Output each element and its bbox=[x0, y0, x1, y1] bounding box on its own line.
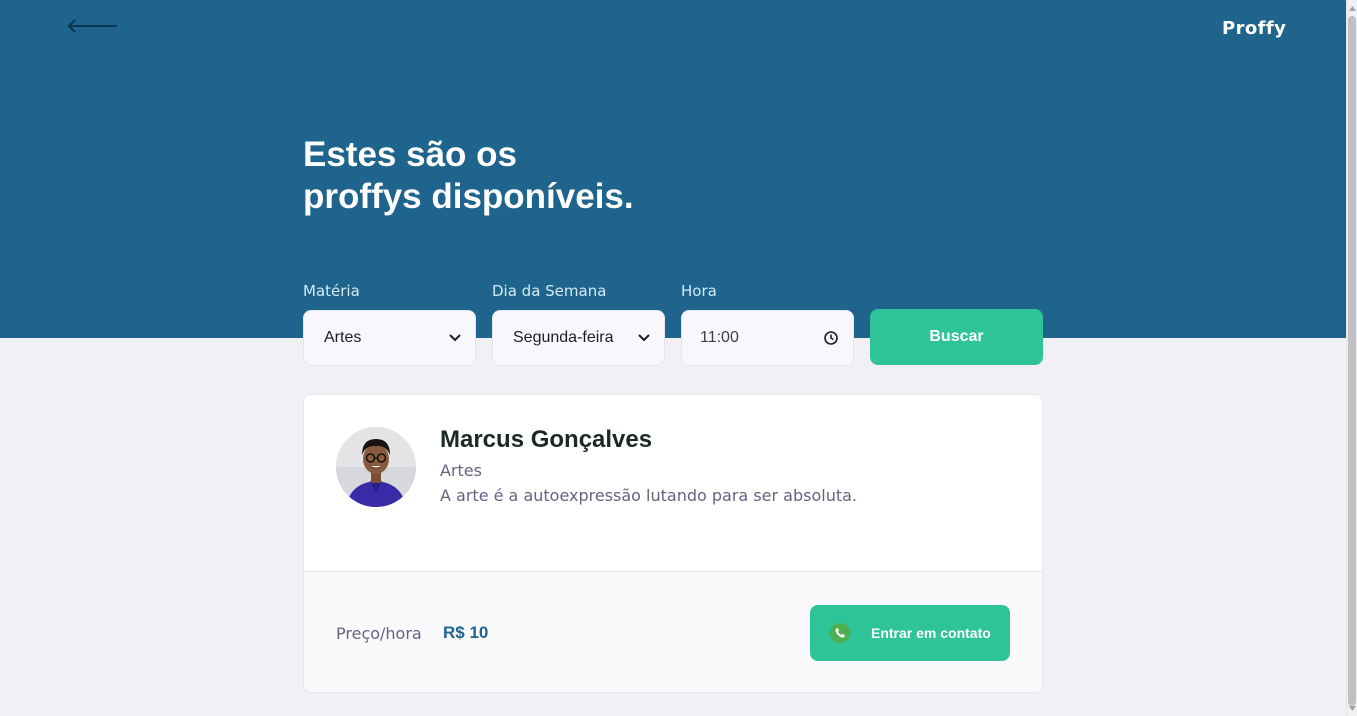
scroll-up-icon[interactable] bbox=[1347, 1, 1357, 15]
scroll-down-icon[interactable] bbox=[1347, 701, 1357, 715]
time-input-value: 11:00 bbox=[700, 329, 739, 346]
subject-select[interactable]: Artes bbox=[303, 310, 476, 366]
whatsapp-icon bbox=[830, 623, 850, 643]
page-header: Proffy Estes são os proffys disponíveis. bbox=[0, 0, 1346, 338]
price-value: R$ 10 bbox=[443, 623, 489, 642]
contact-button[interactable]: Entrar em contato bbox=[810, 605, 1010, 661]
back-button[interactable] bbox=[66, 14, 120, 38]
arrow-left-icon bbox=[67, 19, 117, 33]
teacher-card: Marcus Gonçalves Artes A arte é a autoex… bbox=[303, 394, 1043, 693]
teacher-avatar bbox=[336, 427, 416, 507]
search-button[interactable]: Buscar bbox=[870, 309, 1043, 365]
teacher-name: Marcus Gonçalves bbox=[440, 426, 653, 453]
weekday-label: Dia da Semana bbox=[492, 282, 607, 300]
avatar-image bbox=[336, 427, 416, 507]
contact-button-label: Entrar em contato bbox=[871, 625, 991, 641]
weekday-select-value: Segunda-feira bbox=[513, 329, 614, 346]
page: Proffy Estes são os proffys disponíveis.… bbox=[0, 0, 1357, 716]
brand-logo: Proffy bbox=[1222, 18, 1287, 39]
page-title-line-1: Estes são os bbox=[303, 135, 517, 174]
chevron-down-icon bbox=[638, 334, 650, 342]
teacher-bio: A arte é a autoexpressão lutando para se… bbox=[440, 486, 857, 505]
weekday-select[interactable]: Segunda-feira bbox=[492, 310, 665, 366]
chevron-down-icon bbox=[449, 334, 461, 342]
price-label: Preço/hora bbox=[336, 624, 422, 643]
page-title-line-2: proffys disponíveis. bbox=[303, 177, 634, 216]
time-label: Hora bbox=[681, 282, 717, 300]
clock-icon[interactable] bbox=[823, 330, 839, 346]
scrollbar-thumb[interactable] bbox=[1348, 16, 1356, 706]
teacher-subject: Artes bbox=[440, 461, 482, 480]
page-title: Estes são os proffys disponíveis. bbox=[303, 134, 723, 218]
time-input[interactable]: 11:00 bbox=[681, 310, 854, 366]
vertical-scrollbar[interactable] bbox=[1346, 0, 1357, 716]
subject-select-value: Artes bbox=[324, 329, 362, 346]
subject-label: Matéria bbox=[303, 282, 360, 300]
teacher-card-footer: Preço/hora R$ 10 Entrar em contato bbox=[304, 571, 1042, 692]
